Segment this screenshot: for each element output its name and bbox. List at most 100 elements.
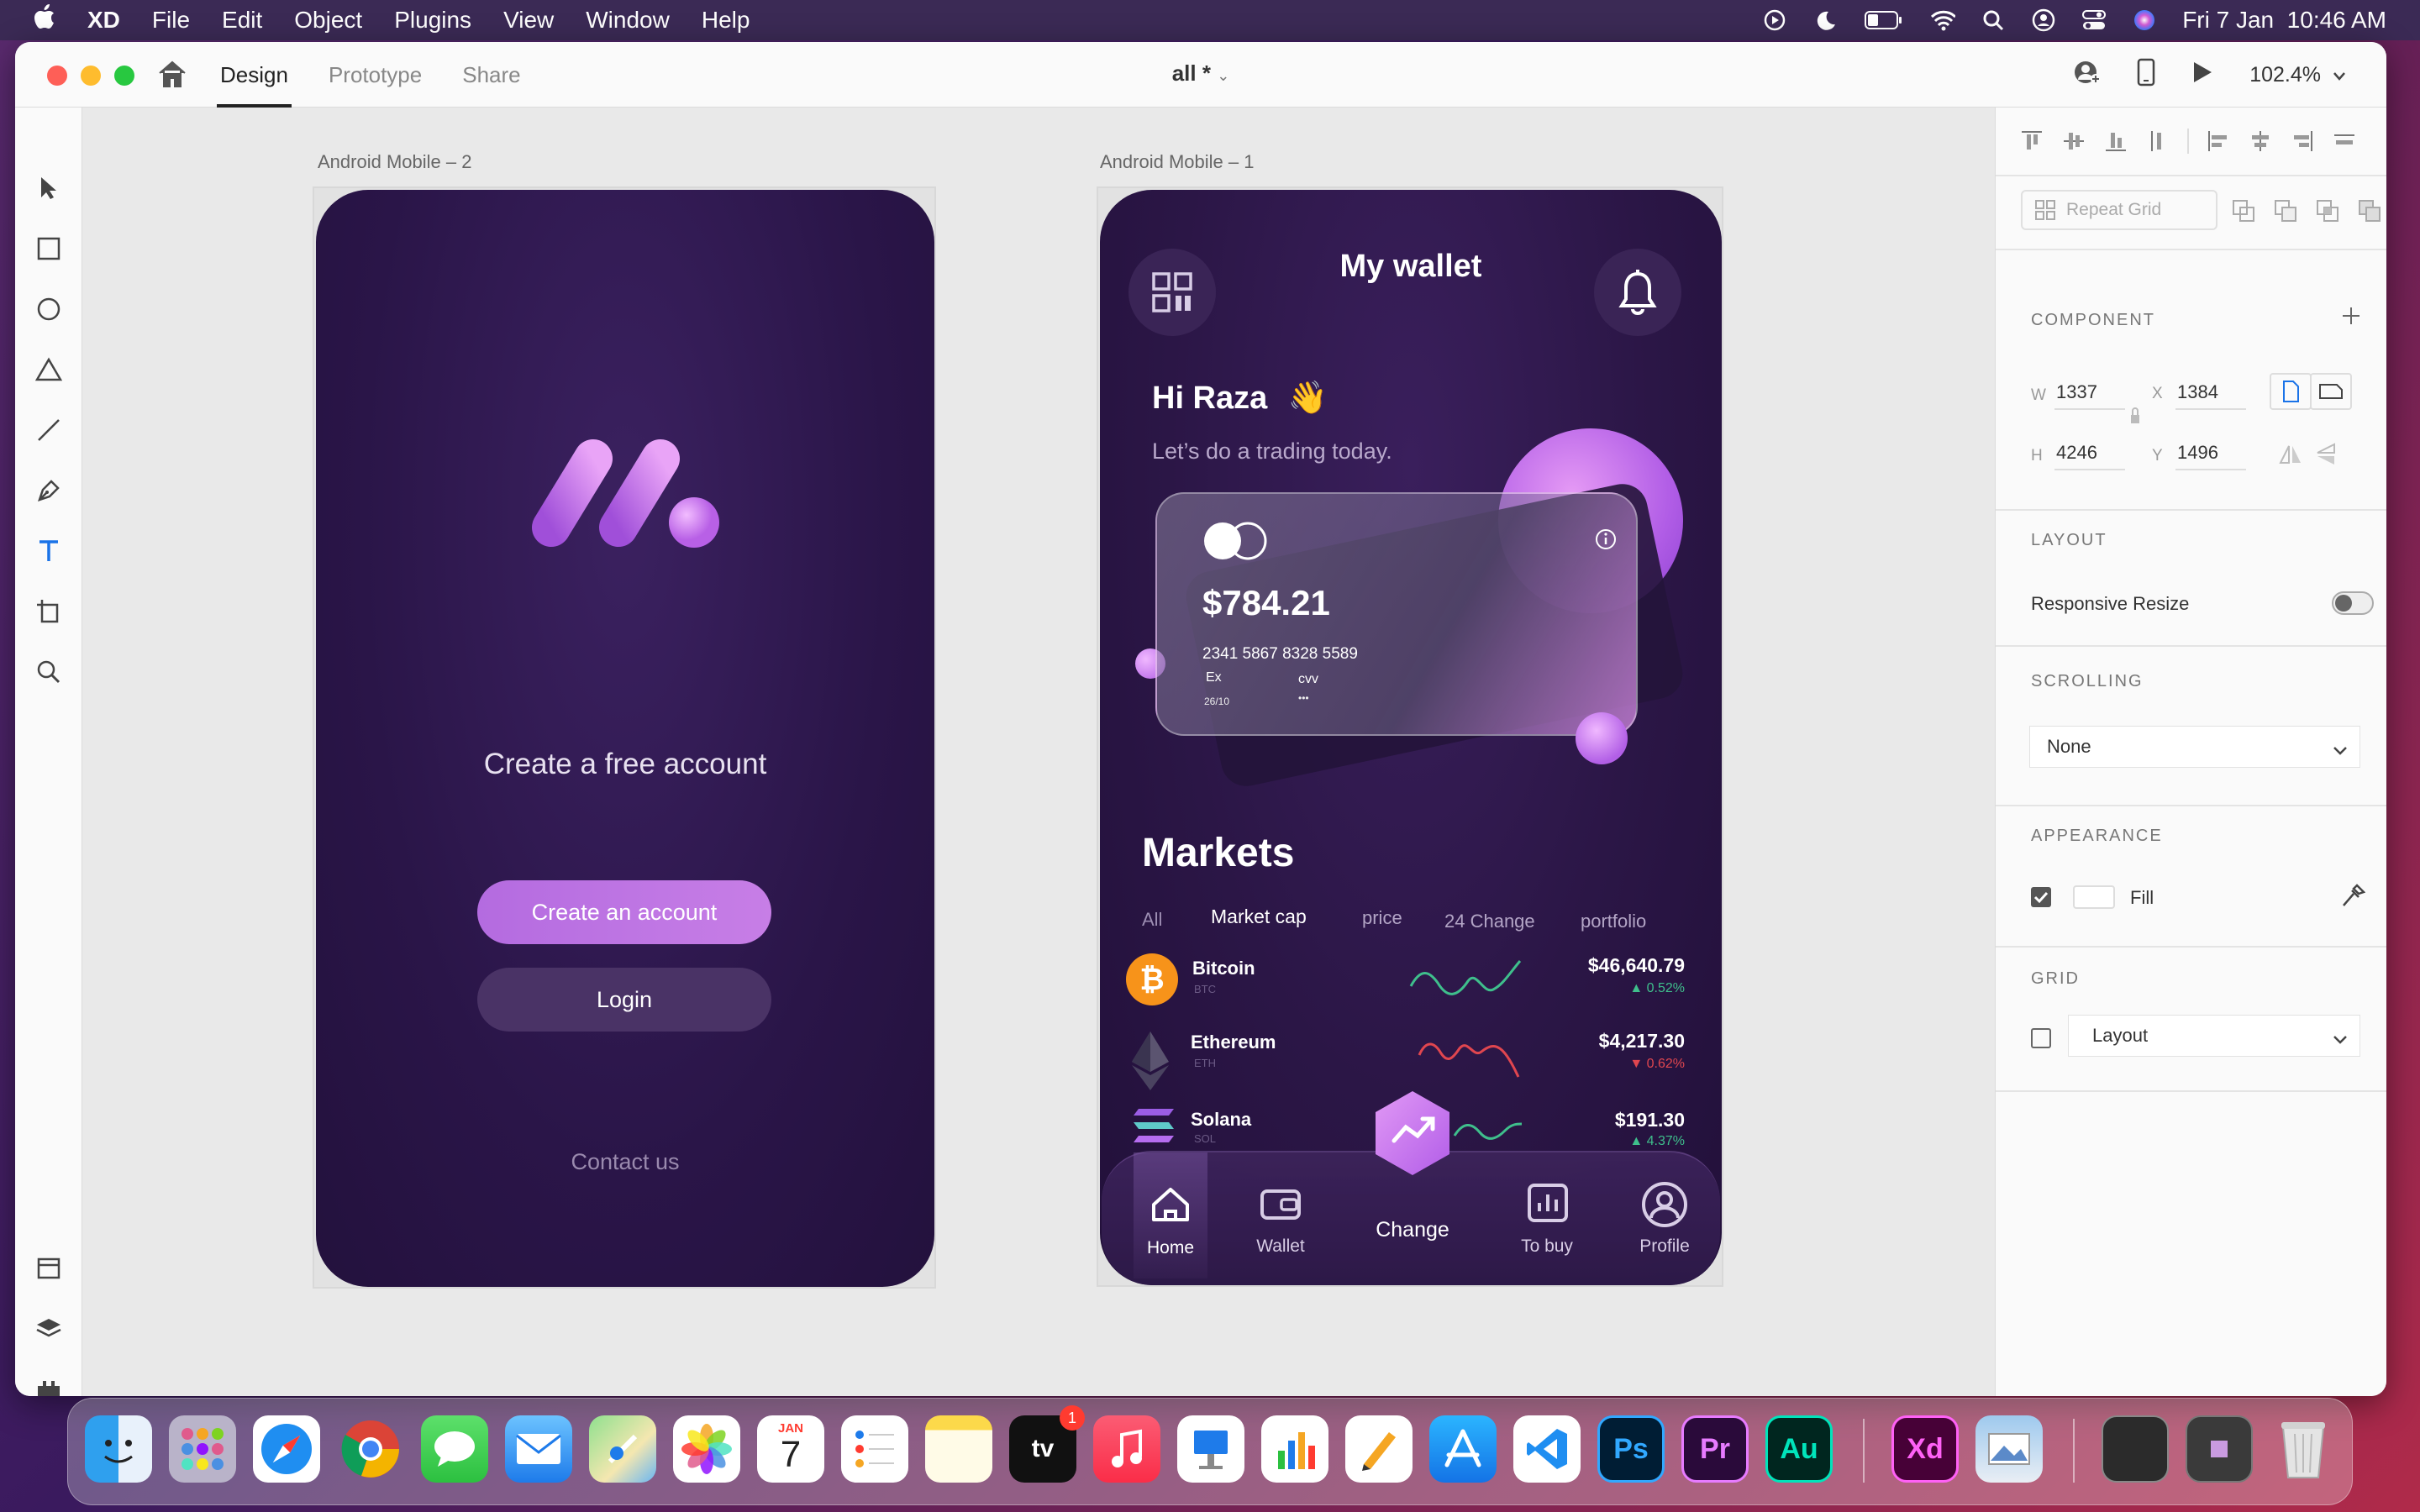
- vscode-icon[interactable]: [1513, 1415, 1581, 1483]
- user-account-icon[interactable]: [2031, 8, 2056, 33]
- rectangle-tool-icon[interactable]: [32, 232, 66, 265]
- nav-home[interactable]: Home: [1134, 1152, 1207, 1278]
- artboard-android-2[interactable]: Create a free account Create an account …: [313, 186, 936, 1289]
- fill-color-swatch[interactable]: [2073, 885, 2115, 909]
- menu-edit[interactable]: Edit: [222, 7, 262, 34]
- notifications-button[interactable]: [1594, 249, 1681, 336]
- clock[interactable]: Fri 7 Jan 10:46 AM: [2182, 7, 2386, 34]
- width-field[interactable]: 1337: [2054, 376, 2125, 410]
- menu-window[interactable]: Window: [586, 7, 670, 34]
- grid-checkbox[interactable]: [2031, 1028, 2051, 1048]
- tab-design[interactable]: Design: [217, 42, 292, 108]
- apple-tv-icon[interactable]: tv 1: [1009, 1405, 1085, 1483]
- repeat-grid-button[interactable]: Repeat Grid: [2021, 190, 2217, 230]
- menu-view[interactable]: View: [503, 7, 554, 34]
- zoom-level[interactable]: 102.4%: [2249, 63, 2346, 87]
- artboard-label-android-2[interactable]: Android Mobile – 2: [318, 151, 471, 173]
- messages-icon[interactable]: [421, 1415, 488, 1483]
- battery-icon[interactable]: [1863, 8, 1905, 33]
- app-menu-xd[interactable]: XD: [87, 7, 120, 34]
- align-right-icon[interactable]: [2290, 129, 2315, 154]
- balance-card[interactable]: $784.21 2341 5867 8328 5589 Ex 26/10 cvv…: [1155, 492, 1638, 736]
- recent-window-thumbnail-1[interactable]: [2102, 1415, 2169, 1483]
- landscape-orientation-icon[interactable]: [2310, 373, 2352, 410]
- apple-icon[interactable]: [34, 4, 55, 36]
- align-middle-icon[interactable]: [2061, 129, 2086, 154]
- control-center-icon[interactable]: [2081, 8, 2107, 33]
- create-account-button[interactable]: Create an account: [477, 880, 771, 944]
- align-top-icon[interactable]: [2019, 129, 2044, 154]
- menu-object[interactable]: Object: [294, 7, 362, 34]
- fill-checkbox[interactable]: [2031, 887, 2051, 907]
- chrome-icon[interactable]: [337, 1415, 404, 1483]
- align-center-icon[interactable]: [2248, 129, 2273, 154]
- safari-icon[interactable]: [253, 1415, 320, 1483]
- zoom-window-button[interactable]: [114, 66, 134, 86]
- text-tool-icon[interactable]: [32, 534, 66, 568]
- photoshop-icon[interactable]: Ps: [1597, 1415, 1665, 1483]
- tab-share[interactable]: Share: [459, 42, 523, 108]
- distribute-vertical-icon[interactable]: [2145, 129, 2170, 154]
- flip-horizontal-icon[interactable]: [2278, 444, 2303, 470]
- eyedropper-icon[interactable]: [2340, 882, 2366, 914]
- artboard-tool-icon[interactable]: [32, 595, 66, 628]
- menu-plugins[interactable]: Plugins: [394, 7, 471, 34]
- align-bottom-icon[interactable]: [2103, 129, 2128, 154]
- home-icon[interactable]: [156, 59, 188, 93]
- adobe-xd-icon[interactable]: Xd: [1891, 1415, 1959, 1483]
- trash-icon[interactable]: [2270, 1415, 2337, 1483]
- portrait-orientation-icon[interactable]: [2270, 373, 2312, 410]
- polygon-tool-icon[interactable]: [32, 353, 66, 386]
- contact-us-link[interactable]: Contact us: [316, 1149, 934, 1175]
- distribute-horizontal-icon[interactable]: [2332, 129, 2357, 154]
- lock-aspect-icon[interactable]: [2128, 405, 2142, 433]
- exclude-shape-icon[interactable]: [2357, 198, 2382, 223]
- design-canvas[interactable]: Android Mobile – 2 Android Mobile – 1 Cr…: [82, 108, 1998, 1396]
- ellipse-tool-icon[interactable]: [32, 292, 66, 326]
- layers-panel-icon[interactable]: [32, 1312, 66, 1346]
- filter-all[interactable]: All: [1142, 909, 1162, 931]
- nav-profile[interactable]: Profile: [1623, 1152, 1707, 1278]
- filter-market-cap[interactable]: Market cap: [1211, 906, 1307, 928]
- filter-price[interactable]: price: [1362, 907, 1402, 929]
- align-left-icon[interactable]: [2206, 129, 2231, 154]
- scrolling-select[interactable]: None: [2029, 726, 2360, 768]
- responsive-resize-toggle[interactable]: [2332, 591, 2374, 615]
- artboard-android-1[interactable]: My wallet Hi Raza 👋 Let’s do a trading t…: [1097, 186, 1723, 1287]
- keynote-icon[interactable]: [1177, 1415, 1244, 1483]
- preview-icon[interactable]: [1975, 1415, 2043, 1483]
- maps-icon[interactable]: [589, 1415, 656, 1483]
- menu-help[interactable]: Help: [702, 7, 750, 34]
- artboard-label-android-1[interactable]: Android Mobile – 1: [1100, 151, 1254, 173]
- launchpad-icon[interactable]: [169, 1415, 236, 1483]
- spotlight-search-icon[interactable]: [1981, 8, 2006, 33]
- filter-portfolio[interactable]: portfolio: [1581, 911, 1646, 932]
- photos-icon[interactable]: [673, 1415, 740, 1483]
- device-preview-icon[interactable]: [2137, 58, 2155, 92]
- height-field[interactable]: 4246: [2054, 437, 2125, 470]
- app-store-icon[interactable]: [1429, 1415, 1497, 1483]
- info-icon[interactable]: [1594, 528, 1618, 551]
- premiere-icon[interactable]: Pr: [1681, 1415, 1749, 1483]
- plugins-panel-icon[interactable]: [32, 1373, 66, 1396]
- reminders-icon[interactable]: [841, 1415, 908, 1483]
- audition-icon[interactable]: Au: [1765, 1415, 1833, 1483]
- minimize-window-button[interactable]: [81, 66, 101, 86]
- select-tool-icon[interactable]: [32, 171, 66, 205]
- flip-vertical-icon[interactable]: [2315, 442, 2337, 472]
- login-button[interactable]: Login: [477, 968, 771, 1032]
- intersect-shape-icon[interactable]: [2315, 198, 2340, 223]
- do-not-disturb-icon[interactable]: [1812, 8, 1838, 33]
- mail-icon[interactable]: [505, 1415, 572, 1483]
- screen-recording-icon[interactable]: [1762, 8, 1787, 33]
- recent-window-thumbnail-2[interactable]: [2186, 1415, 2253, 1483]
- notes-icon[interactable]: [925, 1415, 992, 1483]
- share-user-icon[interactable]: [2073, 58, 2102, 92]
- add-component-icon[interactable]: [2341, 306, 2361, 331]
- subtract-shape-icon[interactable]: [2273, 198, 2298, 223]
- pages-icon[interactable]: [1345, 1415, 1413, 1483]
- music-icon[interactable]: [1093, 1415, 1160, 1483]
- finder-icon[interactable]: [85, 1415, 152, 1483]
- pen-tool-icon[interactable]: [32, 474, 66, 507]
- x-field[interactable]: 1384: [2175, 376, 2246, 410]
